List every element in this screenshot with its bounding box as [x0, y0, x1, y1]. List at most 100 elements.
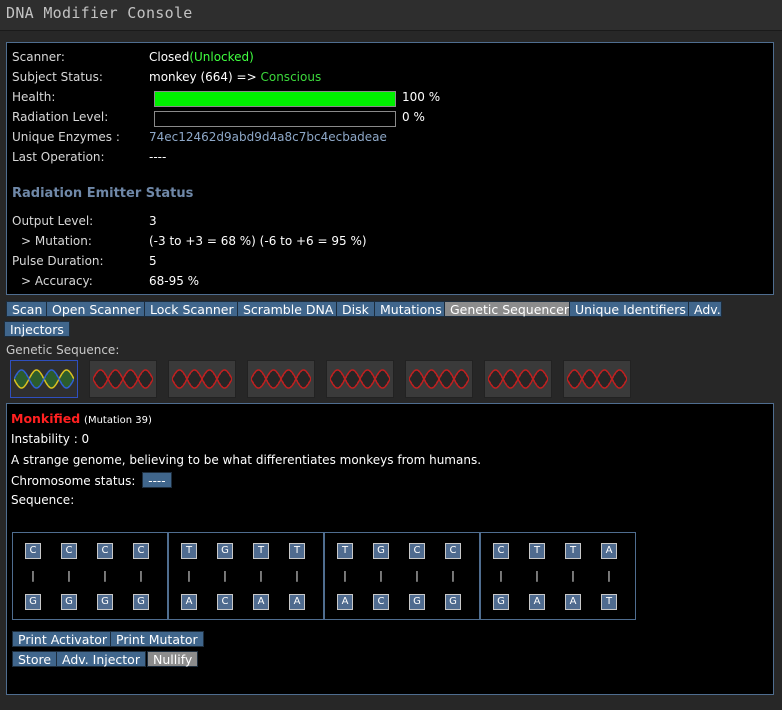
base-pair-bottom[interactable]: A — [565, 594, 581, 610]
base-pair-bottom[interactable]: T — [601, 594, 617, 610]
base-pair-bottom[interactable]: A — [337, 594, 353, 610]
dna-helix-icon[interactable] — [563, 360, 631, 398]
base-pair-bottom[interactable]: G — [61, 594, 77, 610]
base-pair-top[interactable]: C — [97, 543, 113, 559]
pulse-label: Pulse Duration: — [12, 254, 104, 268]
print-activator-button[interactable]: Print Activator — [12, 631, 114, 647]
mutation-value: (-3 to +3 = 68 %) (-6 to +6 = 95 %) — [149, 234, 367, 248]
base-pair-top[interactable]: C — [409, 543, 425, 559]
sequence-block: C | G C | G C | G C | G — [12, 532, 168, 620]
sequence-block: T | A G | C C | G C | G — [324, 532, 480, 620]
base-pair-bottom[interactable]: A — [181, 594, 197, 610]
base-bond: | — [343, 569, 347, 582]
base-pair-top[interactable]: C — [61, 543, 77, 559]
base-pair-bottom[interactable]: C — [373, 594, 389, 610]
tab-open-scanner[interactable]: Open Scanner — [46, 301, 147, 317]
base-bond: | — [535, 569, 539, 582]
dna-helix-icon[interactable] — [168, 360, 236, 398]
instability-text: Instability : 0 — [11, 432, 90, 446]
base-pair-bottom[interactable]: G — [97, 594, 113, 610]
dna-helix-icon[interactable] — [405, 360, 473, 398]
health-bar-fill — [155, 92, 395, 106]
chromosome-label: Chromosome status: — [11, 474, 136, 488]
radiation-percent: 0 % — [402, 110, 425, 124]
base-bond: | — [259, 569, 263, 582]
title-bar: DNA Modifier Console — [0, 0, 782, 31]
mutation-tag: (Mutation 39) — [84, 415, 152, 426]
base-pair-bottom[interactable]: G — [493, 594, 509, 610]
base-pair-bottom[interactable]: G — [445, 594, 461, 610]
window-title: DNA Modifier Console — [6, 4, 193, 22]
scanner-label: Scanner: — [12, 50, 65, 64]
lastop-value: ---- — [149, 150, 167, 164]
subject-value: monkey (664) => Conscious — [149, 70, 322, 84]
base-pair-top[interactable]: G — [217, 543, 233, 559]
radiation-label: Radiation Level: — [12, 110, 109, 124]
mutation-label: > Mutation: — [21, 234, 92, 248]
sequence-block: C | G T | A T | A A | T — [480, 532, 636, 620]
pulse-value: 5 — [149, 254, 157, 268]
tab-adv[interactable]: Adv. — [688, 301, 722, 317]
base-bond: | — [499, 569, 503, 582]
base-pair-top[interactable]: G — [373, 543, 389, 559]
base-pair-top[interactable]: C — [445, 543, 461, 559]
base-pair-bottom[interactable]: A — [253, 594, 269, 610]
base-bond: | — [295, 569, 299, 582]
base-pair-bottom[interactable]: G — [409, 594, 425, 610]
scanner-value: Closed(Unlocked) — [149, 50, 254, 64]
status-panel: Scanner: Closed(Unlocked) Subject Status… — [6, 42, 774, 295]
print-mutator-button[interactable]: Print Mutator — [110, 631, 204, 647]
base-pair-top[interactable]: T — [337, 543, 353, 559]
tab-lock-scanner[interactable]: Lock Scanner — [144, 301, 240, 317]
base-bond: | — [415, 569, 419, 582]
dna-helix-icon[interactable] — [89, 360, 157, 398]
tab-scan[interactable]: Scan — [6, 301, 49, 317]
tab-injectors[interactable]: Injectors — [4, 321, 70, 337]
adv-injector-button[interactable]: Adv. Injector — [56, 651, 146, 667]
store-button[interactable]: Store — [12, 651, 58, 667]
base-bond: | — [103, 569, 107, 582]
base-pair-top[interactable]: T — [529, 543, 545, 559]
mutation-description: A strange genome, believing to be what d… — [11, 453, 482, 467]
base-pair-bottom[interactable]: A — [529, 594, 545, 610]
dna-helix-icon[interactable] — [484, 360, 552, 398]
base-bond: | — [31, 569, 35, 582]
base-bond: | — [451, 569, 455, 582]
subject-state: Conscious — [260, 70, 322, 84]
dna-helix-icon[interactable] — [247, 360, 315, 398]
scanner-lock: (Unlocked) — [189, 50, 254, 64]
tab-scramble-dna[interactable]: Scramble DNA — [237, 301, 340, 317]
mutation-detail-panel: Monkified (Mutation 39) Instability : 0 … — [6, 403, 774, 695]
base-pair-top[interactable]: C — [493, 543, 509, 559]
tab-unique-identifiers[interactable]: Unique Identifiers — [569, 301, 692, 317]
base-pair-bottom[interactable]: G — [133, 594, 149, 610]
health-bar — [154, 91, 396, 107]
dna-helix-icon[interactable] — [10, 360, 78, 398]
base-bond: | — [67, 569, 71, 582]
base-pair-top[interactable]: C — [25, 543, 41, 559]
base-bond: | — [223, 569, 227, 582]
base-pair-top[interactable]: T — [181, 543, 197, 559]
genetic-sequence-label: Genetic Sequence: — [6, 343, 120, 357]
dna-helix-icon[interactable] — [326, 360, 394, 398]
subject-label: Subject Status: — [12, 70, 103, 84]
nullify-button[interactable]: Nullify — [147, 651, 199, 667]
emitter-heading: Radiation Emitter Status — [12, 186, 194, 201]
base-pair-bottom[interactable]: C — [217, 594, 233, 610]
chromosome-button[interactable]: ---- — [142, 472, 172, 488]
health-label: Health: — [12, 90, 56, 104]
accuracy-label: > Accuracy: — [21, 274, 93, 288]
base-pair-top[interactable]: T — [565, 543, 581, 559]
mutation-name: Monkified — [11, 411, 81, 426]
base-pair-bottom[interactable]: A — [289, 594, 305, 610]
tab-genetic-sequencer[interactable]: Genetic Sequencer — [444, 301, 576, 317]
base-bond: | — [139, 569, 143, 582]
tab-disk[interactable]: Disk — [336, 301, 375, 317]
base-bond: | — [607, 569, 611, 582]
base-pair-top[interactable]: T — [289, 543, 305, 559]
base-pair-top[interactable]: T — [253, 543, 269, 559]
base-pair-bottom[interactable]: G — [25, 594, 41, 610]
base-pair-top[interactable]: A — [601, 543, 617, 559]
tab-mutations[interactable]: Mutations — [374, 301, 448, 317]
base-pair-top[interactable]: C — [133, 543, 149, 559]
